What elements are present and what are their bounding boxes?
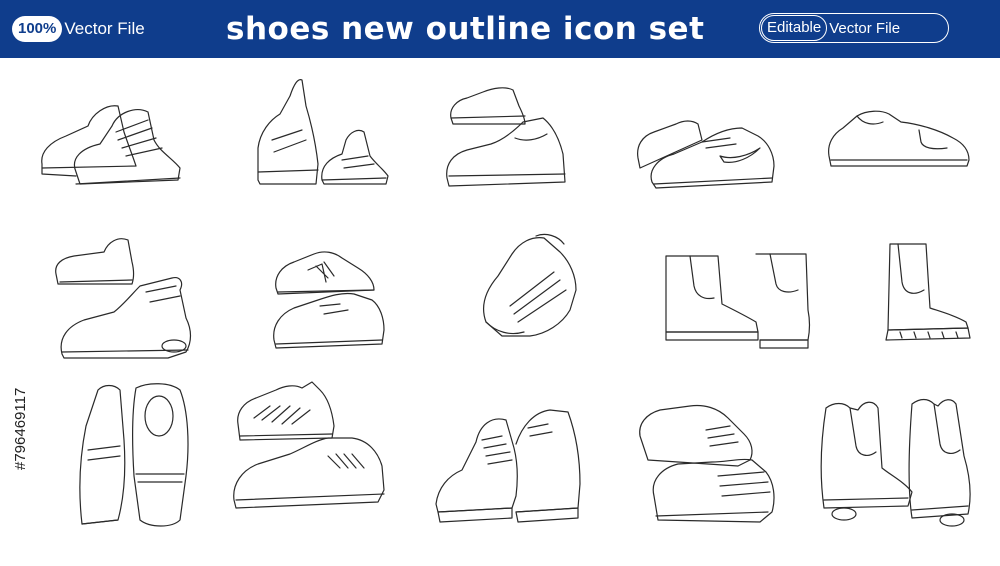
- velcro-running-shoes-icon: [257, 79, 389, 185]
- page-title: shoes new outline icon set: [226, 11, 705, 47]
- header-banner: 100% Vector File shoes new outline icon …: [0, 0, 1000, 58]
- left-label: Vector File: [64, 19, 145, 38]
- stock-id-text: #796469117: [12, 387, 29, 470]
- low-sneakers-icon: [828, 110, 970, 167]
- stacked-running-shoes-icon: [273, 251, 385, 349]
- editable-label: Editable: [761, 15, 828, 41]
- high-top-strap-sneakers-icon: [41, 105, 181, 185]
- percent-badge: 100%: [12, 16, 63, 42]
- ankle-boots-pair-icon: [820, 398, 971, 527]
- striped-lace-shoes-icon: [639, 404, 775, 523]
- chelsea-boots-pair-icon: [665, 253, 811, 349]
- loafers-icon: [79, 383, 189, 527]
- editable-vector-badge: Editable Vector File: [759, 13, 949, 43]
- chelsea-boot-icon: [885, 243, 971, 341]
- chukka-boots-icon: [435, 409, 581, 523]
- slip-on-sneakers-icon: [446, 87, 566, 187]
- knit-running-shoes-icon: [233, 381, 385, 509]
- sock-sneakers-icon: [55, 238, 192, 359]
- vector-file-badge: 100% Vector File: [12, 15, 145, 43]
- striped-sneakers-pair-icon: [483, 233, 577, 337]
- right-label: Vector File: [829, 19, 901, 37]
- swoosh-sneakers-icon: [637, 120, 775, 189]
